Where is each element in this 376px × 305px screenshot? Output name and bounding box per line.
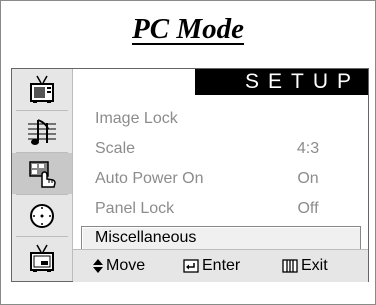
menu-item-label: Scale	[95, 140, 136, 157]
menu-item-auto-power-on[interactable]: Auto Power On On	[73, 166, 368, 192]
updown-arrow-icon	[93, 259, 103, 273]
pip-icon	[30, 244, 54, 272]
menu-item-panel-lock[interactable]: Panel Lock Off	[73, 196, 368, 222]
menu-item-label: Auto Power On	[95, 170, 204, 187]
timer-icon	[30, 203, 54, 228]
footer-move-label: Move	[106, 257, 146, 274]
sidebar-item-sound[interactable]	[12, 111, 72, 152]
menu-item-value: On	[297, 170, 319, 187]
title-bar: PC Mode	[1, 1, 375, 59]
menu-item-label: Image Lock	[95, 110, 178, 127]
footer-enter-label: Enter	[202, 257, 241, 274]
sound-icon	[28, 118, 56, 145]
sidebar-item-picture[interactable]	[12, 69, 72, 110]
menu-content: SETUP Image Lock Scale 4:3 Auto Power On…	[73, 69, 368, 282]
footer-enter: Enter	[183, 257, 240, 275]
exit-icon	[282, 259, 298, 273]
sidebar-item-timer[interactable]	[12, 195, 72, 236]
sidebar	[12, 69, 73, 281]
footer-bar: Move Enter Exit	[73, 249, 368, 282]
menu-item-value: Off	[297, 200, 319, 217]
sidebar-item-setup[interactable]	[12, 153, 72, 194]
osd-frame: PC Mode SETUP Image Lock Scale 4:3 Auto …	[0, 0, 376, 305]
menu-item-image-lock[interactable]: Image Lock	[73, 106, 368, 132]
page-title: PC Mode	[132, 13, 244, 45]
menu-item-label: Miscellaneous	[95, 229, 197, 246]
menu-panel: SETUP Image Lock Scale 4:3 Auto Power On…	[11, 68, 369, 282]
menu-item-label: Panel Lock	[95, 200, 175, 217]
menu-item-scale[interactable]: Scale 4:3	[73, 136, 368, 162]
menu-item-miscellaneous[interactable]: Miscellaneous	[81, 226, 361, 250]
footer-exit-label: Exit	[301, 257, 328, 274]
enter-icon	[183, 259, 199, 273]
picture-icon	[30, 75, 54, 103]
footer-exit: Exit	[282, 257, 328, 275]
footer-move: Move	[93, 257, 145, 275]
sidebar-item-pip[interactable]	[12, 237, 72, 281]
menu-header: SETUP	[73, 69, 368, 95]
menu-title: SETUP	[195, 69, 368, 95]
setup-icon	[29, 160, 56, 188]
menu-item-value: 4:3	[296, 140, 320, 157]
